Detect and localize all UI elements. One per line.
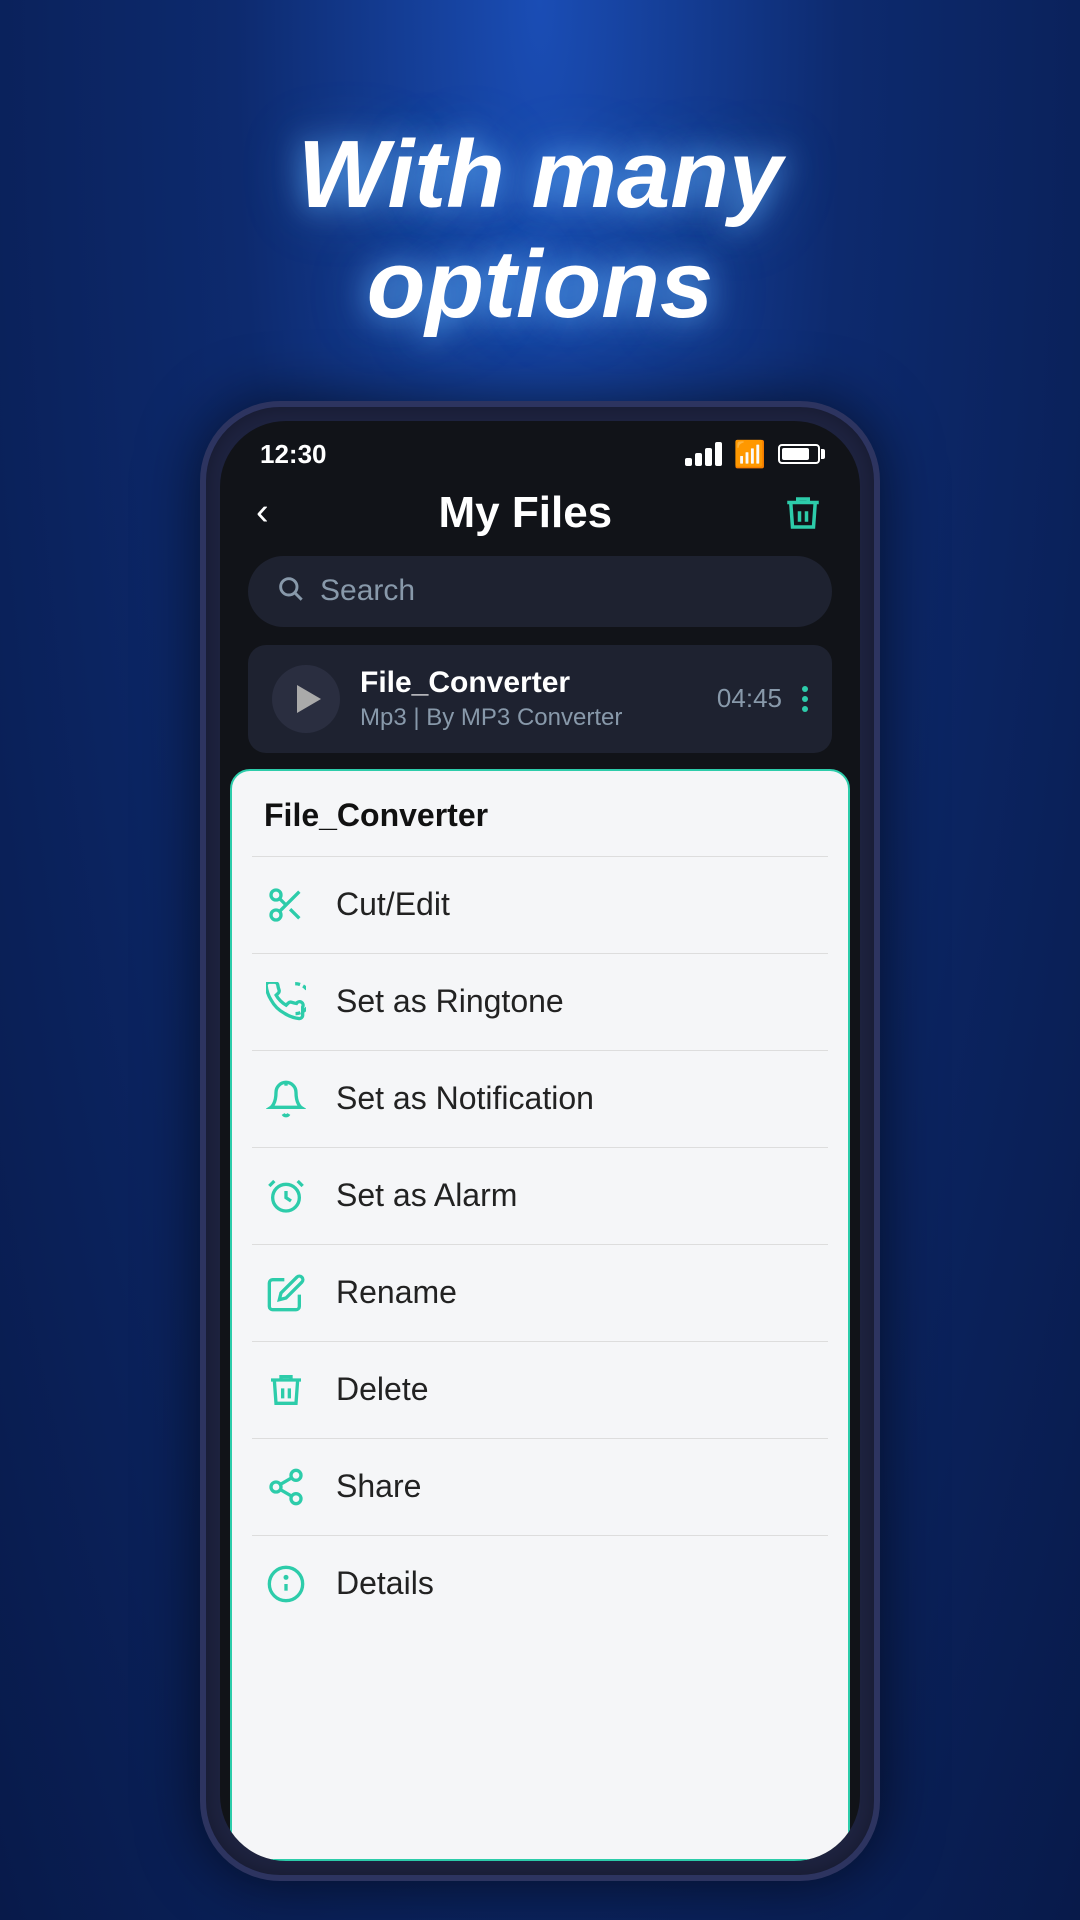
info-icon	[264, 1564, 308, 1604]
scissors-icon	[264, 885, 308, 925]
page-title: My Files	[439, 488, 613, 538]
bell-icon	[264, 1079, 308, 1119]
file-meta: Mp3 | By MP3 Converter	[360, 704, 697, 732]
menu-item-rename-label: Rename	[336, 1274, 457, 1311]
menu-item-set-ringtone[interactable]: Set as Ringtone	[232, 954, 848, 1050]
share-icon	[264, 1467, 308, 1507]
search-icon	[276, 574, 304, 609]
file-list-item[interactable]: File_Converter Mp3 | By MP3 Converter 04…	[248, 645, 832, 753]
alarm-icon	[264, 1176, 308, 1216]
menu-item-details[interactable]: Details	[232, 1536, 848, 1632]
menu-item-delete-label: Delete	[336, 1371, 429, 1408]
context-menu: File_Converter Cut/Edit	[230, 769, 850, 1861]
menu-item-set-notification[interactable]: Set as Notification	[232, 1051, 848, 1147]
menu-item-share[interactable]: Share	[232, 1439, 848, 1535]
app-bar: ‹ My Files	[220, 478, 860, 556]
search-placeholder: Search	[320, 574, 415, 608]
back-button[interactable]: ‹	[256, 491, 269, 534]
menu-item-set-ringtone-label: Set as Ringtone	[336, 983, 564, 1020]
file-info: File_Converter Mp3 | By MP3 Converter	[360, 666, 697, 732]
menu-item-set-alarm-label: Set as Alarm	[336, 1177, 517, 1214]
menu-item-details-label: Details	[336, 1565, 434, 1602]
menu-item-set-alarm[interactable]: Set as Alarm	[232, 1148, 848, 1244]
delete-icon[interactable]	[782, 489, 824, 537]
menu-item-cut-edit-label: Cut/Edit	[336, 886, 450, 923]
file-name: File_Converter	[360, 666, 697, 700]
menu-item-delete[interactable]: Delete	[232, 1342, 848, 1438]
more-options-button[interactable]	[802, 686, 808, 712]
headline-line2: options	[367, 231, 714, 338]
wifi-icon: 📶	[734, 439, 766, 470]
search-bar[interactable]: Search	[248, 556, 832, 627]
phone-icon	[264, 982, 308, 1022]
trash-icon	[264, 1370, 308, 1410]
file-duration: 04:45	[717, 683, 782, 714]
headline: With many options	[298, 60, 783, 341]
phone-frame: 12:30 📶 ‹ My Files	[200, 401, 880, 1881]
menu-item-share-label: Share	[336, 1468, 421, 1505]
menu-item-set-notification-label: Set as Notification	[336, 1080, 594, 1117]
headline-line1: With many	[298, 121, 783, 228]
phone-screen: 12:30 📶 ‹ My Files	[220, 421, 860, 1861]
signal-icon	[685, 442, 722, 466]
battery-icon	[778, 444, 820, 464]
play-button[interactable]	[272, 665, 340, 733]
status-bar: 12:30 📶	[220, 421, 860, 478]
menu-item-cut-edit[interactable]: Cut/Edit	[232, 857, 848, 953]
context-menu-title: File_Converter	[232, 771, 848, 856]
pencil-icon	[264, 1273, 308, 1313]
status-icons: 📶	[685, 439, 820, 470]
play-icon	[297, 685, 321, 713]
menu-item-rename[interactable]: Rename	[232, 1245, 848, 1341]
time: 12:30	[260, 439, 327, 470]
